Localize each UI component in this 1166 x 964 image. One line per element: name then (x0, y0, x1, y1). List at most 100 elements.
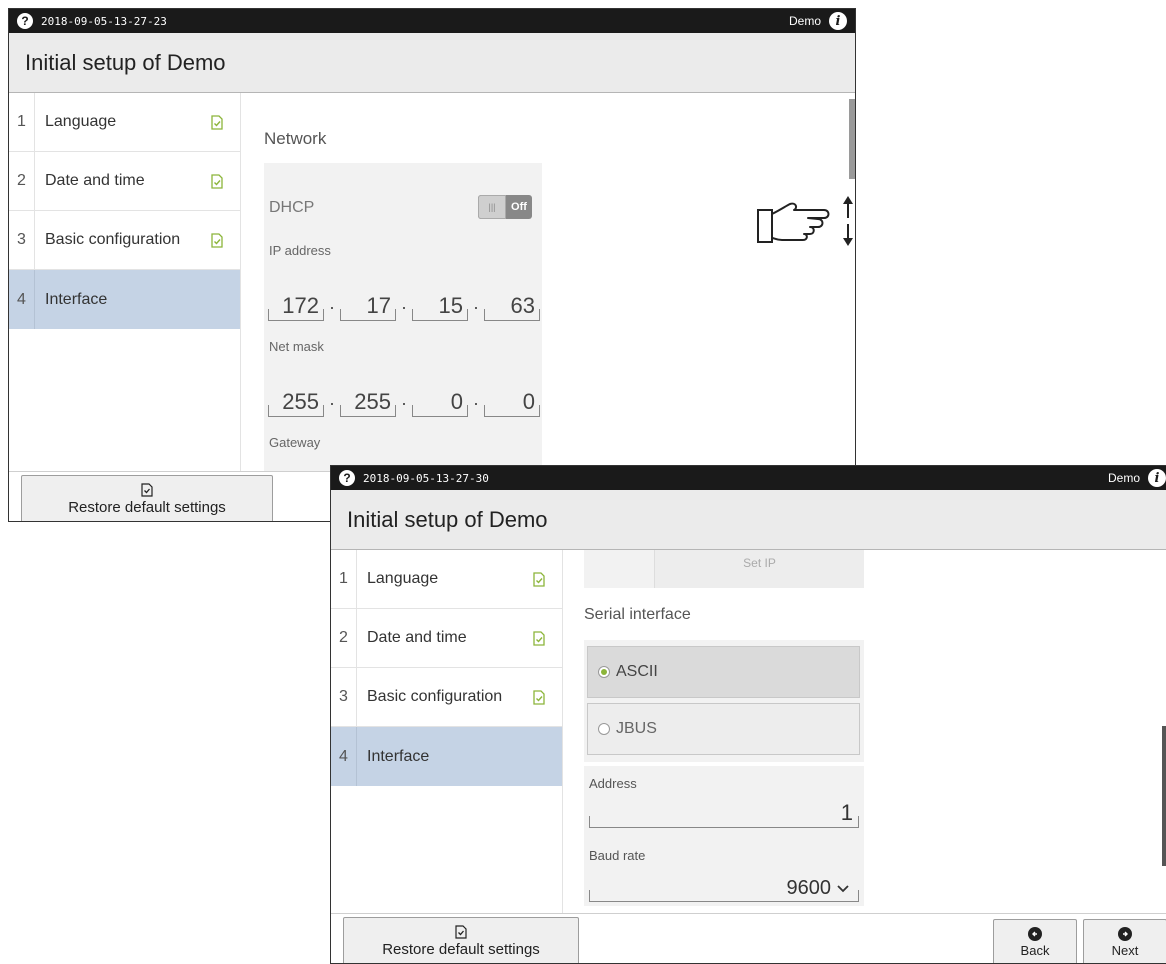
scrollbar[interactable] (1162, 726, 1166, 866)
back-button[interactable]: Back (993, 919, 1077, 963)
dhcp-toggle[interactable]: ||| Off (478, 195, 532, 219)
baud-rate-label: Baud rate (589, 848, 646, 863)
status-bar: ? 2018-09-05-13-27-23 Demo i (9, 9, 855, 33)
chevron-down-icon (837, 884, 849, 892)
radio-label: ASCII (616, 663, 658, 680)
status-timestamp: 2018-09-05-13-27-30 (363, 471, 489, 485)
step-number: 1 (9, 93, 35, 151)
ip-address-label: IP address (269, 243, 331, 258)
status-timestamp: 2018-09-05-13-27-23 (41, 14, 167, 28)
doc-check-icon (455, 924, 467, 939)
octet-separator: · (401, 393, 407, 413)
step-number: 4 (331, 727, 357, 786)
doc-check-icon (533, 571, 545, 587)
doc-check-icon (211, 173, 223, 189)
setup-window-network: ? 2018-09-05-13-27-23 Demo i Initial set… (8, 8, 856, 522)
serial-protocol-group: ASCII JBUS (584, 640, 864, 762)
sidebar-item-label: Interface (45, 290, 108, 308)
radio-option-ascii[interactable]: ASCII (587, 646, 860, 698)
octet-separator: · (473, 297, 479, 317)
toggle-state: Off (511, 201, 527, 213)
sidebar-item-language[interactable]: 1 Language (331, 550, 562, 609)
sidebar-item-basic-configuration[interactable]: 3 Basic configuration (9, 211, 240, 270)
setup-window-serial: ? 2018-09-05-13-27-30 Demo i Initial set… (330, 465, 1166, 964)
gateway-label: Gateway (269, 435, 321, 450)
back-label: Back (1020, 942, 1050, 958)
sidebar-item-interface[interactable]: 4 Interface (9, 270, 240, 329)
section-title-serial: Serial interface (584, 606, 691, 623)
address-input[interactable]: 1 (589, 792, 859, 828)
status-user: Demo (1107, 471, 1140, 485)
doc-check-icon (211, 114, 223, 130)
serial-settings-panel: Address 1 Baud rate 9600 (584, 766, 864, 906)
radio-unselected-icon (598, 723, 610, 735)
net-mask-label: Net mask (269, 339, 324, 354)
sidebar-item-language[interactable]: 1 Language (9, 93, 240, 152)
net-mask-field: 255 · 255 · 0 · 0 (268, 381, 540, 417)
ip-octet-1[interactable]: 172 (268, 291, 324, 321)
sidebar-item-date-time[interactable]: 2 Date and time (331, 609, 562, 668)
step-number: 2 (9, 152, 35, 210)
restore-default-settings-button[interactable]: Restore default settings (343, 917, 579, 963)
footer-bar: Restore default settings Back Next (331, 913, 1166, 963)
radio-selected-icon (598, 666, 610, 678)
step-number: 3 (9, 211, 35, 269)
restore-button-label: Restore default settings (68, 498, 226, 516)
mask-octet-4[interactable]: 0 (484, 387, 540, 417)
toggle-grip-icon: ||| (478, 195, 506, 219)
sidebar-item-label: Basic configuration (45, 231, 181, 248)
restore-default-settings-button[interactable]: Restore default settings (21, 475, 273, 521)
ip-address-field: 172 · 17 · 15 · 63 (268, 285, 540, 321)
help-icon[interactable]: ? (17, 13, 33, 29)
set-ip-panel: Set IP (584, 550, 864, 588)
mask-octet-2[interactable]: 255 (340, 387, 396, 417)
wizard-sidebar: 1 Language 2 Date and time 3 Basic confi… (9, 93, 241, 471)
mask-octet-3[interactable]: 0 (412, 387, 468, 417)
sidebar-item-basic-configuration[interactable]: 3 Basic configuration (331, 668, 562, 727)
ip-octet-2[interactable]: 17 (340, 291, 396, 321)
baud-rate-select[interactable]: 9600 (589, 866, 859, 902)
content-area: Network DHCP ||| Off IP address 172 · 17… (242, 93, 855, 471)
radio-option-jbus[interactable]: JBUS (587, 703, 860, 755)
next-label: Next (1111, 942, 1139, 958)
sidebar-item-label: Language (367, 570, 439, 587)
ip-octet-3[interactable]: 15 (412, 291, 468, 321)
doc-check-icon (141, 482, 153, 497)
info-icon[interactable]: i (1148, 469, 1166, 487)
help-icon[interactable]: ? (339, 470, 355, 486)
doc-check-icon (533, 689, 545, 705)
octet-separator: · (329, 297, 335, 317)
mask-octet-1[interactable]: 255 (268, 387, 324, 417)
octet-separator: · (401, 297, 407, 317)
step-number: 1 (331, 550, 357, 608)
wizard-sidebar: 1 Language 2 Date and time 3 Basic confi… (331, 550, 563, 913)
network-panel: DHCP ||| Off IP address 172 · 17 · 15 · … (264, 163, 542, 471)
restore-button-label: Restore default settings (382, 940, 540, 958)
sidebar-item-label: Date and time (45, 172, 145, 189)
step-number: 3 (331, 668, 357, 726)
content-area: Set IP Serial interface ASCII JBUS Addre… (564, 550, 1166, 913)
dhcp-label: DHCP (269, 199, 315, 216)
pointing-hand-icon (757, 196, 853, 246)
doc-check-icon (211, 232, 223, 248)
sidebar-item-label: Interface (367, 747, 430, 765)
info-icon[interactable]: i (829, 12, 847, 30)
sidebar-item-label: Basic configuration (367, 688, 503, 705)
address-label: Address (589, 776, 637, 791)
scrollbar[interactable] (849, 99, 855, 179)
octet-separator: · (329, 393, 335, 413)
doc-check-icon (533, 630, 545, 646)
sidebar-item-interface[interactable]: 4 Interface (331, 727, 562, 786)
set-ip-button[interactable]: Set IP (654, 550, 864, 588)
arrow-right-icon (1118, 926, 1132, 941)
sidebar-item-label: Language (45, 113, 117, 130)
sidebar-item-date-time[interactable]: 2 Date and time (9, 152, 240, 211)
next-button[interactable]: Next (1083, 919, 1166, 963)
page-title: Initial setup of Demo (331, 490, 1166, 550)
arrow-left-icon (1028, 926, 1042, 941)
ip-octet-4[interactable]: 63 (484, 291, 540, 321)
step-number: 2 (331, 609, 357, 667)
octet-separator: · (473, 393, 479, 413)
status-user: Demo (788, 14, 821, 28)
page-title: Initial setup of Demo (9, 33, 855, 93)
